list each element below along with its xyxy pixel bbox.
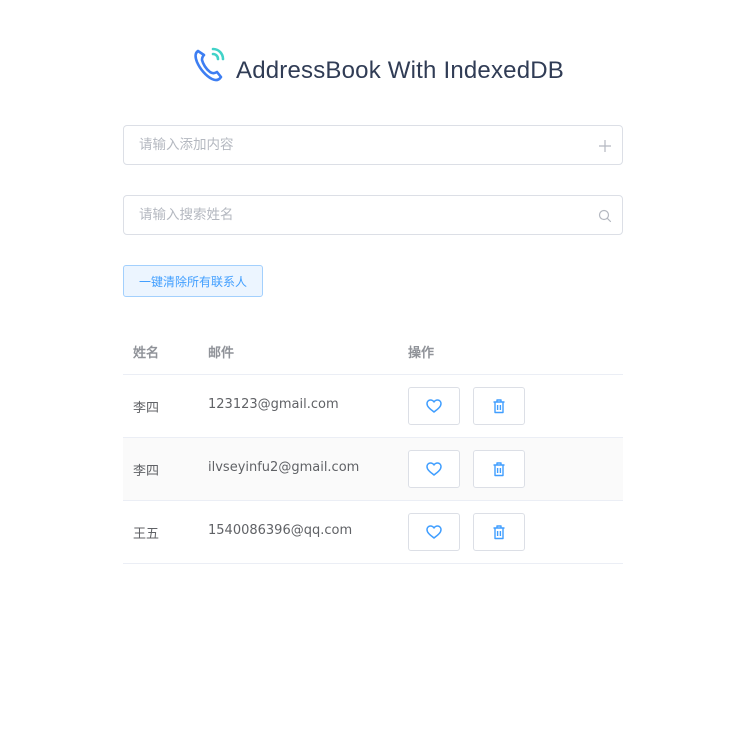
table-row: 李四 123123@gmail.com (123, 375, 623, 438)
contact-email: 1540086396@qq.com (208, 523, 353, 538)
delete-icon (493, 525, 505, 540)
heart-icon (426, 399, 442, 413)
heart-icon (426, 525, 442, 539)
delete-button[interactable] (473, 513, 525, 551)
contact-name: 王五 (133, 527, 160, 542)
heart-icon (426, 462, 442, 476)
app-header: AddressBook With IndexedDB (0, 44, 756, 94)
header-name: 姓名 (133, 346, 160, 361)
search-icon[interactable] (598, 208, 612, 223)
add-contact-field (123, 125, 623, 165)
phone-icon (192, 45, 230, 83)
delete-icon (493, 462, 505, 477)
favorite-button[interactable] (408, 450, 460, 488)
table-row: 王五 1540086396@qq.com (123, 501, 623, 564)
header-email: 邮件 (208, 346, 235, 361)
contact-name: 李四 (133, 401, 160, 416)
contact-email: 123123@gmail.com (208, 397, 339, 412)
table-row: 李四 ilvseyinfu2@gmail.com (123, 438, 623, 501)
contact-name: 李四 (133, 464, 160, 479)
app-title: AddressBook With IndexedDB (235, 57, 565, 84)
favorite-button[interactable] (408, 387, 460, 425)
table-header: 姓名 邮件 操作 (123, 325, 623, 375)
contact-email: ilvseyinfu2@gmail.com (208, 460, 360, 475)
clear-all-contacts-label: 一键清除所有联系人 (138, 274, 247, 289)
delete-button[interactable] (473, 387, 525, 425)
search-input[interactable] (124, 196, 579, 234)
plus-icon[interactable] (598, 138, 612, 152)
add-contact-input[interactable] (124, 126, 579, 164)
delete-icon (493, 399, 505, 414)
clear-all-contacts-button[interactable]: 一键清除所有联系人 (123, 265, 263, 297)
header-ops: 操作 (408, 346, 435, 361)
search-name-field (123, 195, 623, 235)
contacts-table: 姓名 邮件 操作 李四 123123@gmail.com 李四 ilvseyin… (123, 325, 623, 564)
favorite-button[interactable] (408, 513, 460, 551)
delete-button[interactable] (473, 450, 525, 488)
